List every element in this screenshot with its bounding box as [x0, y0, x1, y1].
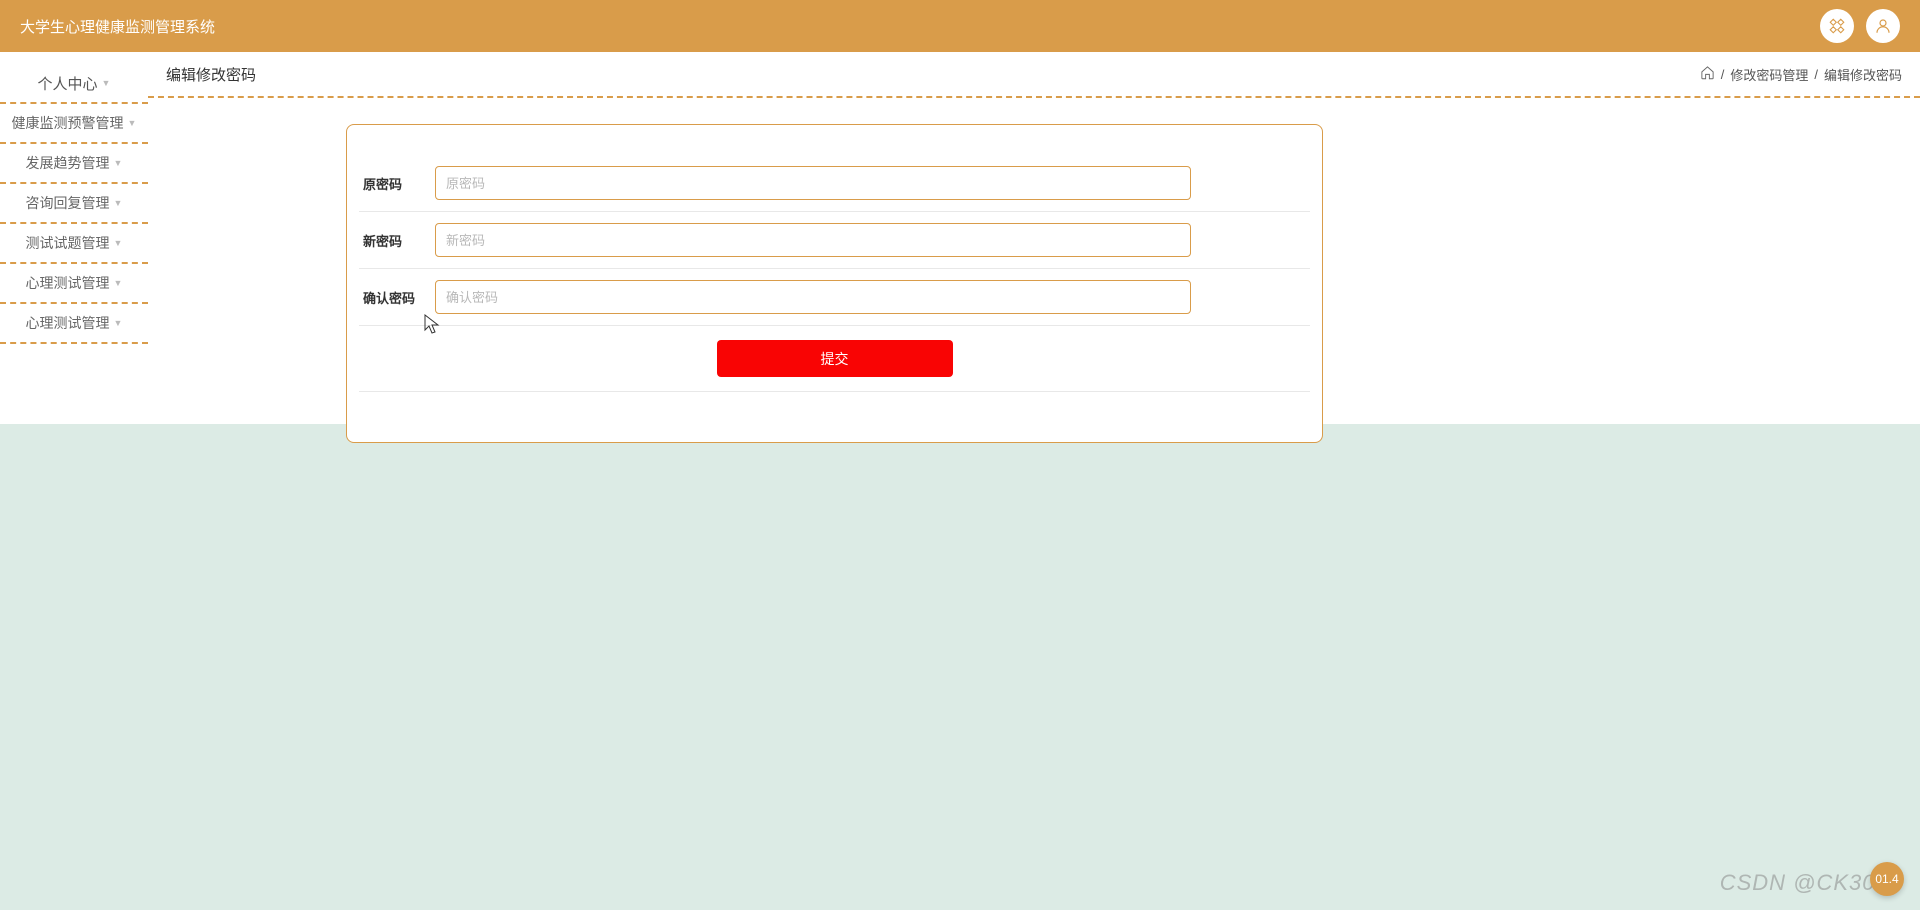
breadcrumb-item[interactable]: 修改密码管理 [1730, 65, 1808, 84]
sidebar-item-exam[interactable]: 测试试题管理 ▼ [0, 224, 148, 264]
sidebar-item-label: 健康监测预警管理 [12, 113, 124, 133]
header-icons [1820, 9, 1900, 43]
sidebar-item-personal[interactable]: 个人中心 ▼ [0, 64, 148, 104]
chevron-down-icon: ▼ [114, 158, 123, 168]
chevron-down-icon: ▼ [102, 78, 111, 88]
float-badge[interactable]: 01.4 [1870, 862, 1904, 896]
sidebar-item-label: 个人中心 [38, 73, 98, 94]
sidebar-item-test1[interactable]: 心理测试管理 ▼ [0, 264, 148, 304]
sidebar-item-label: 测试试题管理 [26, 233, 110, 253]
sidebar-item-label: 发展趋势管理 [26, 153, 110, 173]
confirm-password-label: 确认密码 [359, 288, 435, 307]
content-header: 编辑修改密码 / 修改密码管理 / 编辑修改密码 [148, 52, 1920, 98]
sidebar-item-test2[interactable]: 心理测试管理 ▼ [0, 304, 148, 344]
chevron-down-icon: ▼ [114, 238, 123, 248]
chevron-down-icon: ▼ [114, 318, 123, 328]
old-password-input[interactable] [435, 166, 1191, 200]
user-icon[interactable] [1866, 9, 1900, 43]
sidebar-item-consult[interactable]: 咨询回复管理 ▼ [0, 184, 148, 224]
submit-button[interactable]: 提交 [717, 340, 953, 377]
breadcrumb-current: 编辑修改密码 [1824, 65, 1902, 84]
sidebar-item-label: 咨询回复管理 [26, 193, 110, 213]
form-row-new-password: 新密码 [359, 212, 1310, 269]
chevron-down-icon: ▼ [114, 278, 123, 288]
header: 大学生心理健康监测管理系统 [0, 0, 1920, 52]
chevron-down-icon: ▼ [114, 198, 123, 208]
form-row-confirm-password: 确认密码 [359, 269, 1310, 326]
submit-row: 提交 [359, 326, 1310, 392]
main-container: 个人中心 ▼ 健康监测预警管理 ▼ 发展趋势管理 ▼ 咨询回复管理 ▼ 测试试题… [0, 52, 1920, 424]
sidebar-item-label: 心理测试管理 [26, 273, 110, 293]
sidebar-item-trend[interactable]: 发展趋势管理 ▼ [0, 144, 148, 184]
breadcrumb: / 修改密码管理 / 编辑修改密码 [1700, 65, 1902, 84]
sidebar-item-label: 心理测试管理 [26, 313, 110, 333]
new-password-label: 新密码 [359, 231, 435, 250]
breadcrumb-sep: / [1721, 67, 1725, 82]
confirm-password-input[interactable] [435, 280, 1191, 314]
breadcrumb-sep: / [1814, 67, 1818, 82]
chevron-down-icon: ▼ [128, 118, 137, 128]
tools-icon[interactable] [1820, 9, 1854, 43]
content: 编辑修改密码 / 修改密码管理 / 编辑修改密码 原密码 新密码 确认密码 [148, 52, 1920, 424]
form-row-old-password: 原密码 [359, 155, 1310, 212]
sidebar: 个人中心 ▼ 健康监测预警管理 ▼ 发展趋势管理 ▼ 咨询回复管理 ▼ 测试试题… [0, 52, 148, 424]
home-icon[interactable] [1700, 65, 1715, 83]
page-title: 编辑修改密码 [166, 64, 256, 85]
app-title: 大学生心理健康监测管理系统 [20, 16, 215, 37]
sidebar-item-monitor[interactable]: 健康监测预警管理 ▼ [0, 104, 148, 144]
password-form-card: 原密码 新密码 确认密码 提交 [346, 124, 1323, 443]
new-password-input[interactable] [435, 223, 1191, 257]
old-password-label: 原密码 [359, 174, 435, 193]
